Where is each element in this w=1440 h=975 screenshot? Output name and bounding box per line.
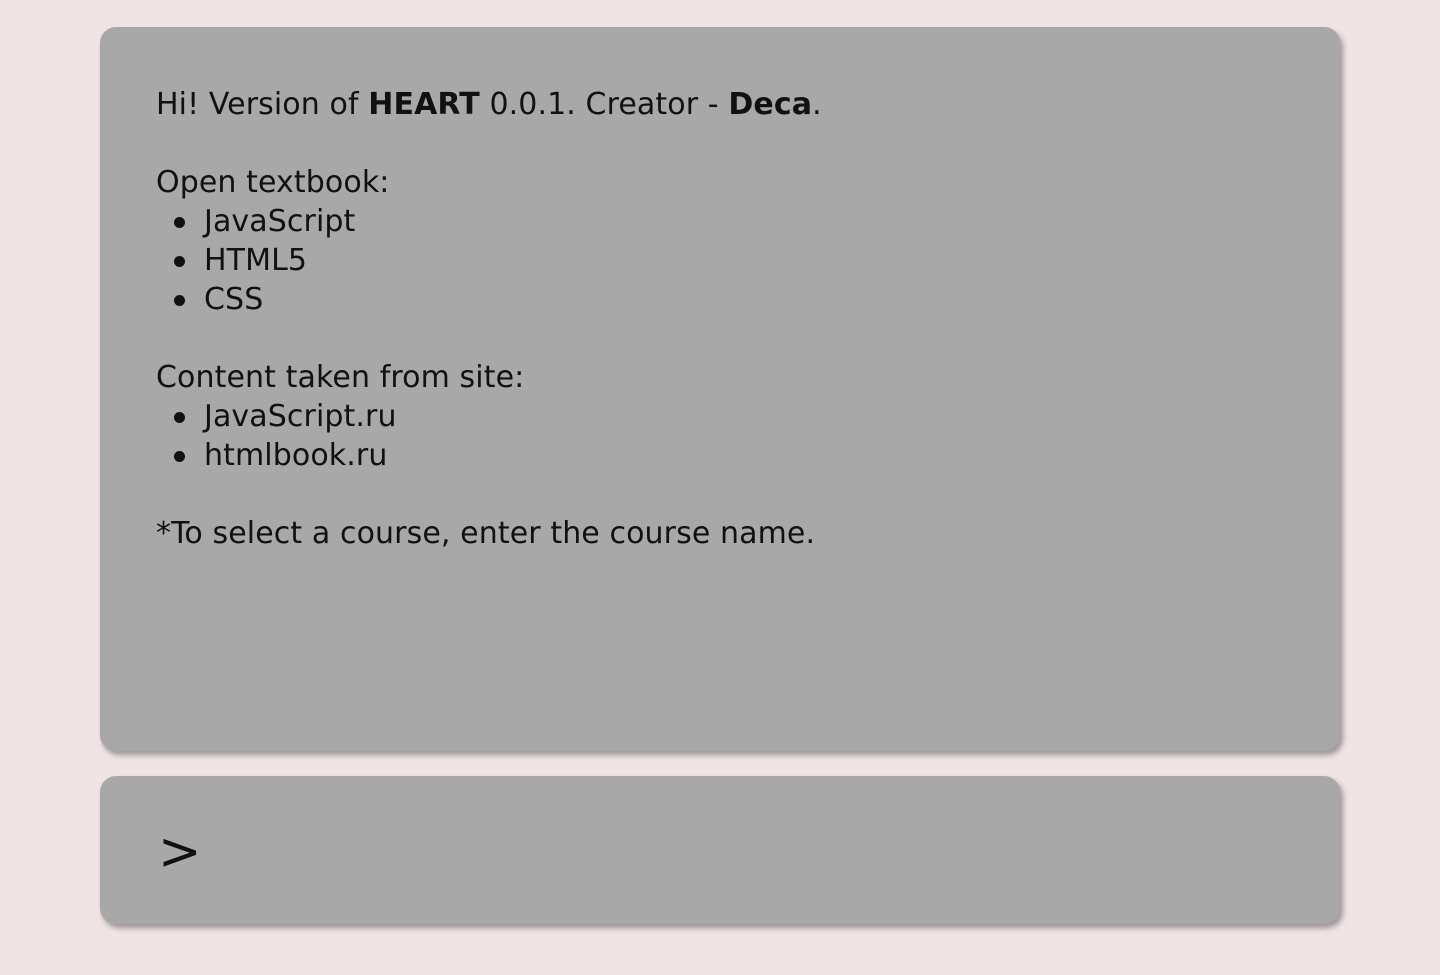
list-item: CSS xyxy=(156,280,1284,319)
greeting-prefix: Hi! Version of xyxy=(156,87,369,122)
list-item: JavaScript xyxy=(156,202,1284,241)
greeting-middle: 0.0.1. Creator - xyxy=(479,87,729,122)
textbook-html5: HTML5 xyxy=(204,243,308,278)
source-javascript-ru: JavaScript.ru xyxy=(204,399,397,434)
textbook-css: CSS xyxy=(204,282,264,317)
output-panel: Hi! Version of HEART 0.0.1. Creator - De… xyxy=(100,27,1340,751)
input-panel[interactable]: > xyxy=(100,776,1340,924)
textbook-javascript: JavaScript xyxy=(204,204,356,239)
sources-list: JavaScript.ru htmlbook.ru xyxy=(156,397,1284,475)
textbook-list: JavaScript HTML5 CSS xyxy=(156,202,1284,319)
output-text: Hi! Version of HEART 0.0.1. Creator - De… xyxy=(156,85,1284,553)
bullet-icon xyxy=(174,256,185,267)
bullet-icon xyxy=(174,451,185,462)
list-item: htmlbook.ru xyxy=(156,436,1284,475)
creator-name: Deca xyxy=(728,87,813,122)
list-item: HTML5 xyxy=(156,241,1284,280)
sources-heading: Content taken from site: xyxy=(156,360,525,395)
source-htmlbook-ru: htmlbook.ru xyxy=(204,438,388,473)
bullet-icon xyxy=(174,217,185,228)
prompt-symbol: > xyxy=(158,822,202,882)
greeting-suffix: . xyxy=(812,87,822,122)
greeting-line: Hi! Version of HEART 0.0.1. Creator - De… xyxy=(156,85,1284,124)
course-note: *To select a course, enter the course na… xyxy=(156,516,816,551)
command-input[interactable] xyxy=(219,819,1300,881)
list-item: JavaScript.ru xyxy=(156,397,1284,436)
bullet-icon xyxy=(174,295,185,306)
app-name: HEART xyxy=(368,87,480,122)
bullet-icon xyxy=(174,412,185,423)
textbook-heading: Open textbook: xyxy=(156,165,390,200)
